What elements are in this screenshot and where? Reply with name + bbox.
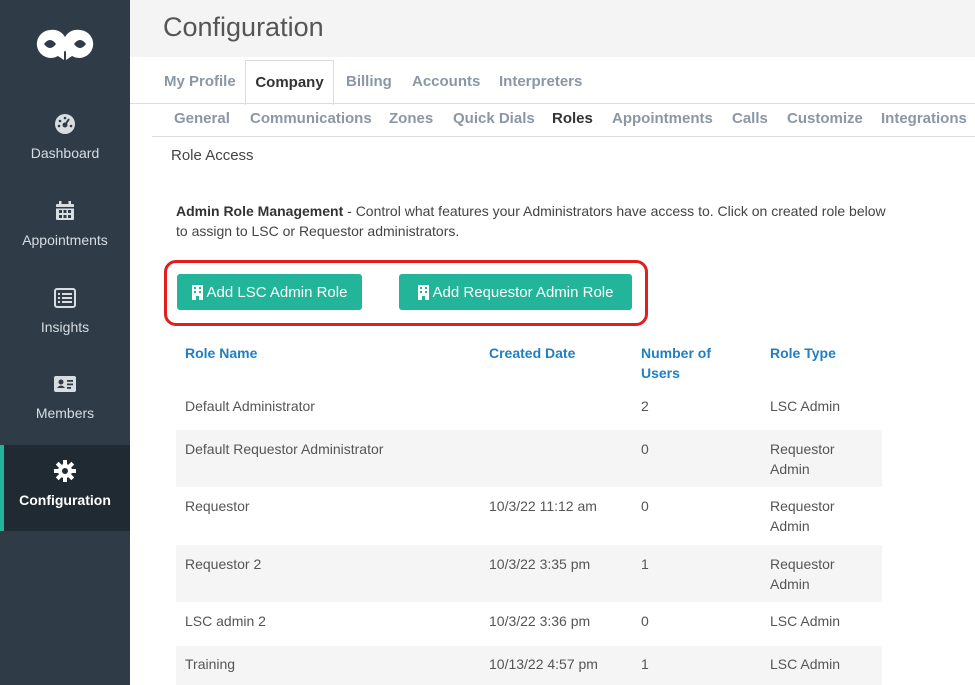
sidebar-item-label: Insights: [40, 319, 90, 335]
section-description: Admin Role Management - Control what fea…: [176, 201, 896, 241]
gear-icon: [54, 460, 76, 482]
description-heading: Admin Role Management: [176, 203, 344, 219]
subtab-appointments[interactable]: Appointments: [612, 110, 713, 127]
calendar-icon: [56, 201, 74, 220]
cell-role-name: Requestor 2: [185, 556, 262, 572]
app-logo-icon[interactable]: [36, 24, 94, 64]
add-requestor-admin-role-button[interactable]: Add Requestor Admin Role: [399, 274, 632, 310]
tab-company[interactable]: Company: [245, 60, 334, 105]
cell-number-of-users: 1: [641, 656, 649, 672]
sidebar-item-label: Members: [35, 405, 95, 421]
tab-my-profile[interactable]: My Profile: [164, 60, 236, 104]
cell-role-name: Training: [185, 656, 236, 672]
sidebar: Dashboard Appointments Insights Members: [0, 0, 130, 685]
table-row[interactable]: Training 10/13/22 4:57 pm 1 LSC Admin: [176, 646, 882, 685]
tab-accounts[interactable]: Accounts: [412, 60, 480, 104]
cell-role-type: LSC Admin: [770, 613, 841, 629]
dashboard-icon: [55, 114, 75, 134]
subtab-integrations[interactable]: Integrations: [881, 110, 967, 127]
table-row[interactable]: Requestor 2 10/3/22 3:35 pm 1 Requestor …: [176, 545, 882, 602]
subtab-roles[interactable]: Roles: [552, 110, 593, 127]
cell-created-date: 10/3/22 3:36 pm: [489, 613, 591, 629]
sub-tabs: General Communications Zones Quick Dials…: [130, 104, 975, 136]
sidebar-item-insights[interactable]: Insights: [0, 286, 130, 372]
sidebar-item-dashboard[interactable]: Dashboard: [0, 112, 130, 198]
cell-number-of-users: 2: [641, 398, 649, 414]
cell-role-name: LSC admin 2: [185, 613, 266, 629]
subtab-general[interactable]: General: [174, 110, 230, 127]
button-label: Add Requestor Admin Role: [432, 283, 614, 301]
main-tabs: My Profile Company Billing Accounts Inte…: [130, 60, 975, 105]
column-header-number-of-users[interactable]: Number of Users: [641, 343, 741, 383]
section-title: Role Access: [171, 147, 254, 164]
page-header: Configuration: [130, 0, 975, 57]
cell-role-type: Requestor Admin: [770, 556, 835, 592]
table-row[interactable]: LSC admin 2 10/3/22 3:36 pm 0 LSC Admin: [176, 602, 882, 646]
column-header-created-date[interactable]: Created Date: [489, 343, 575, 363]
sidebar-item-label: Appointments: [22, 232, 108, 248]
cell-created-date: 10/3/22 3:35 pm: [489, 556, 591, 572]
cell-number-of-users: 1: [641, 556, 649, 572]
cell-role-name: Requestor: [185, 498, 250, 514]
cell-number-of-users: 0: [641, 441, 649, 457]
subtab-calls[interactable]: Calls: [732, 110, 768, 127]
cell-role-type: Requestor Admin: [770, 498, 835, 534]
cell-created-date: 10/3/22 11:12 am: [489, 498, 597, 514]
id-card-icon: [54, 376, 76, 392]
cell-role-type: Requestor Admin: [770, 441, 835, 477]
cell-role-type: LSC Admin: [770, 656, 841, 672]
sidebar-item-label: Configuration: [19, 492, 111, 508]
table-row[interactable]: Requestor 10/3/22 11:12 am 0 Requestor A…: [176, 487, 882, 545]
cell-role-name: Default Requestor Administrator: [185, 441, 384, 457]
table-row[interactable]: Default Requestor Administrator 0 Reques…: [176, 430, 882, 487]
button-label: Add LSC Admin Role: [206, 283, 348, 301]
subtab-zones[interactable]: Zones: [389, 110, 433, 127]
subtabs-divider: [152, 136, 975, 137]
table-row[interactable]: Default Administrator 2 LSC Admin: [176, 388, 882, 430]
building-icon: [191, 284, 203, 300]
column-header-role-type[interactable]: Role Type: [770, 343, 836, 363]
list-icon: [54, 288, 76, 308]
cell-created-date: 10/13/22 4:57 pm: [489, 656, 598, 672]
sidebar-item-label: Dashboard: [30, 145, 100, 161]
subtab-quick-dials[interactable]: Quick Dials: [453, 110, 535, 127]
cell-role-type: LSC Admin: [770, 398, 841, 414]
cell-role-name: Default Administrator: [185, 398, 315, 414]
subtab-customize[interactable]: Customize: [787, 110, 863, 127]
tab-billing[interactable]: Billing: [346, 60, 392, 104]
page-title: Configuration: [163, 12, 324, 42]
tab-interpreters[interactable]: Interpreters: [499, 60, 582, 104]
add-lsc-admin-role-button[interactable]: Add LSC Admin Role: [177, 274, 362, 310]
sidebar-item-configuration[interactable]: Configuration: [0, 445, 130, 531]
subtab-communications[interactable]: Communications: [250, 110, 372, 127]
building-icon: [417, 284, 429, 300]
cell-number-of-users: 0: [641, 613, 649, 629]
column-header-role-name[interactable]: Role Name: [185, 343, 257, 363]
sidebar-item-appointments[interactable]: Appointments: [0, 199, 130, 285]
cell-number-of-users: 0: [641, 498, 649, 514]
